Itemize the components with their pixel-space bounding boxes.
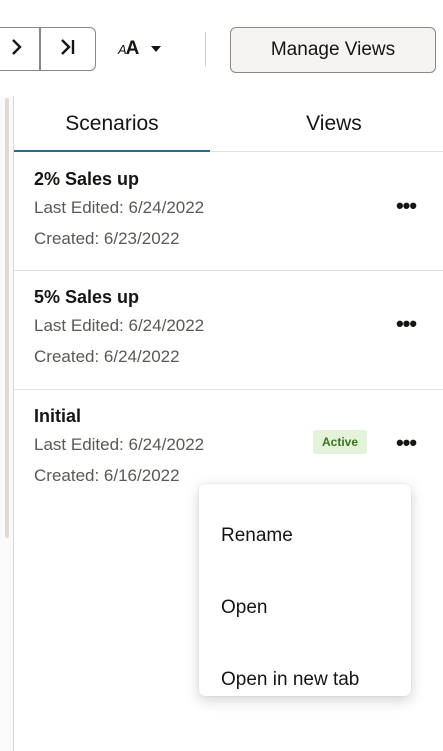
manage-views-button[interactable]: Manage Views: [230, 27, 436, 73]
left-rail: [0, 96, 14, 751]
scenario-name: Initial: [34, 406, 82, 426]
menu-item-rename[interactable]: Rename: [199, 508, 411, 564]
more-options-button[interactable]: •••: [391, 430, 421, 456]
toolbar: AA Manage Views: [0, 0, 443, 96]
more-options-button[interactable]: •••: [391, 311, 421, 337]
scenario-created: Created: 6/24/2022: [34, 347, 180, 366]
scenario-last-edited: Last Edited: 6/24/2022: [34, 435, 205, 454]
active-status-badge: Active: [313, 430, 368, 454]
chevron-right-icon: [10, 38, 24, 61]
caret-down-icon: [150, 40, 162, 58]
scenario-created: Created: 6/16/2022: [34, 466, 180, 485]
menu-item-open-in-new-tab[interactable]: Open in new tab: [199, 652, 411, 708]
font-size-icon: AA: [118, 38, 139, 59]
scenario-name: 5% Sales up: [34, 287, 140, 307]
toolbar-divider: [205, 32, 206, 66]
selected-tab-indicator: [14, 150, 210, 152]
panel-tabs: Scenarios Views: [14, 96, 443, 152]
last-page-icon: [58, 38, 78, 61]
scenario-item[interactable]: 2% Sales up Last Edited: 6/24/2022 Creat…: [14, 153, 443, 271]
left-scrollbar[interactable]: [5, 98, 9, 538]
scenario-context-menu: Rename Open Open in new tab: [199, 484, 411, 696]
scenario-last-edited: Last Edited: 6/24/2022: [34, 198, 205, 217]
tab-scenarios-label: Scenarios: [65, 112, 159, 135]
more-options-button[interactable]: •••: [391, 193, 421, 219]
next-page-button[interactable]: [0, 27, 40, 71]
menu-item-open[interactable]: Open: [199, 580, 411, 636]
last-page-button[interactable]: [40, 27, 96, 71]
tab-views-label: Views: [306, 112, 362, 135]
scenario-item[interactable]: 5% Sales up Last Edited: 6/24/2022 Creat…: [14, 271, 443, 390]
tab-views[interactable]: Views: [254, 96, 414, 152]
scenario-last-edited: Last Edited: 6/24/2022: [34, 316, 205, 335]
tab-scenarios[interactable]: Scenarios: [14, 96, 210, 152]
more-options-icon: •••: [395, 430, 417, 455]
font-size-menu-button[interactable]: AA: [118, 30, 162, 68]
more-options-icon: •••: [395, 193, 417, 218]
manage-views-label: Manage Views: [270, 39, 396, 60]
scenario-created: Created: 6/23/2022: [34, 229, 180, 248]
scenario-name: 2% Sales up: [34, 169, 140, 189]
more-options-icon: •••: [395, 311, 417, 336]
